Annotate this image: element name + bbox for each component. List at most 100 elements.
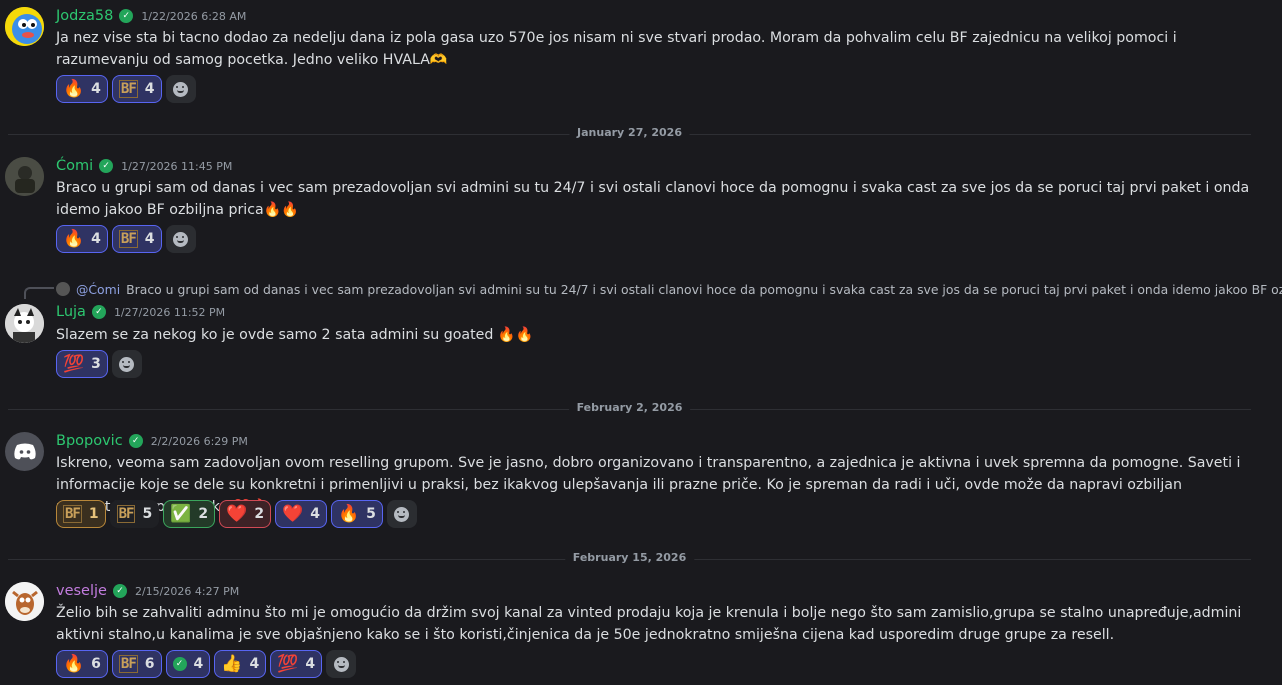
verified-icon: ✓ xyxy=(99,159,114,173)
avatar-image xyxy=(5,157,44,196)
date-divider-label: February 2, 2026 xyxy=(568,401,691,414)
reaction-count: 4 xyxy=(91,81,101,97)
add-reaction-button[interactable] xyxy=(165,75,196,103)
bf-emoji-icon: BF xyxy=(63,505,82,523)
reaction-bar: 🔥 4 BF 4 xyxy=(56,75,196,105)
smiley-icon xyxy=(394,506,410,522)
reply-mention[interactable]: @Ćomi xyxy=(76,282,120,297)
reaction-fire[interactable]: 🔥 4 xyxy=(56,225,108,253)
add-reaction-button[interactable] xyxy=(165,225,196,253)
reaction-heart-red[interactable]: ❤️ 2 xyxy=(219,500,272,528)
username[interactable]: Luja xyxy=(56,304,86,320)
heart-icon: ❤️ xyxy=(282,503,304,524)
reaction-bar: 🔥 4 BF 4 xyxy=(56,225,196,255)
reaction-count: 3 xyxy=(91,356,101,372)
reaction-count: 4 xyxy=(91,231,101,247)
reaction-count: 4 xyxy=(193,656,204,672)
message-text: Ja nez vise sta bi tacno dodao za nedelj… xyxy=(56,30,1177,68)
reply-preview[interactable]: @Ćomi Braco u grupi sam od danas i vec s… xyxy=(56,280,1282,298)
username[interactable]: Jodza58 xyxy=(56,8,113,24)
smiley-icon xyxy=(333,656,349,672)
reaction-count: 1 xyxy=(88,506,99,522)
reaction-fire[interactable]: 🔥 4 xyxy=(56,75,108,103)
reply-connector xyxy=(24,287,54,299)
verified-icon: ✓ xyxy=(119,9,134,23)
reaction-count: 4 xyxy=(305,656,316,672)
username[interactable]: Ćomi xyxy=(56,158,93,174)
timestamp: 2/15/2026 4:27 PM xyxy=(134,584,240,598)
reaction-fire[interactable]: 🔥 5 xyxy=(330,500,383,528)
verified-icon: ✓ xyxy=(91,305,106,319)
add-reaction-button[interactable] xyxy=(326,650,357,678)
timestamp: 1/22/2026 6:28 AM xyxy=(141,9,247,23)
username[interactable]: Bpopovic xyxy=(56,433,123,449)
reaction-bf[interactable]: BF 4 xyxy=(111,225,162,253)
avatar[interactable] xyxy=(5,432,44,471)
reaction-heart[interactable]: ❤️ 4 xyxy=(275,500,327,528)
check-mark-icon: ✅ xyxy=(170,503,192,524)
reaction-count: 4 xyxy=(249,656,260,672)
verified-icon: ✓ xyxy=(128,434,143,448)
avatar[interactable] xyxy=(5,157,44,196)
thumbs-up-icon: 👍 xyxy=(221,653,243,674)
verified-icon: ✓ xyxy=(112,584,127,598)
reaction-count: 4 xyxy=(310,506,320,522)
discord-icon xyxy=(13,443,36,459)
bf-emoji-icon: BF xyxy=(116,505,136,523)
avatar[interactable] xyxy=(5,7,44,46)
reaction-bar: 💯 3 xyxy=(56,350,142,380)
avatar-image xyxy=(5,582,44,621)
timestamp: 1/27/2026 11:52 PM xyxy=(113,305,226,319)
reply-avatar xyxy=(56,282,70,296)
reaction-hundred[interactable]: 💯 4 xyxy=(270,650,323,678)
reaction-hundred[interactable]: 💯 3 xyxy=(56,350,108,378)
fire-icon: 🔥 xyxy=(63,653,85,674)
add-reaction-button[interactable] xyxy=(386,500,417,528)
reaction-bar: BF 1 BF 5 ✅ 2 ❤️ 2 ❤️ 4 🔥 5 xyxy=(56,500,417,530)
reaction-thumbs-up[interactable]: 👍 4 xyxy=(214,650,267,678)
hundred-icon: 💯 xyxy=(277,653,299,674)
message-text: Braco u grupi sam od danas i vec sam pre… xyxy=(56,180,1250,218)
reply-text: Braco u grupi sam od danas i vec sam pre… xyxy=(126,281,1282,297)
heart-icon: ❤️ xyxy=(226,503,248,524)
fire-icon: 🔥 xyxy=(337,503,360,524)
reaction-bf[interactable]: BF 5 xyxy=(109,500,160,528)
reaction-bar: 🔥 6 BF 6 ✓ 4 👍 4 💯 4 xyxy=(56,650,357,680)
message-text: Slazem se za nekog ko je ovde samo 2 sat… xyxy=(56,327,534,343)
bf-emoji-icon: BF xyxy=(118,655,138,673)
message-text: Želio bih se zahvaliti adminu što mi je … xyxy=(56,605,1242,643)
reaction-count: 2 xyxy=(254,506,265,522)
bf-emoji-icon: BF xyxy=(118,80,138,98)
reaction-count: 6 xyxy=(144,656,155,672)
reaction-count: 5 xyxy=(142,506,153,522)
reaction-bf[interactable]: BF 4 xyxy=(111,75,162,103)
reaction-check[interactable]: ✅ 2 xyxy=(163,500,216,528)
timestamp: 2/2/2026 6:29 PM xyxy=(150,434,248,448)
timestamp: 1/27/2026 11:45 PM xyxy=(121,159,233,173)
avatar[interactable] xyxy=(5,582,44,621)
avatar-image xyxy=(5,7,44,46)
reaction-fire[interactable]: 🔥 6 xyxy=(56,650,108,678)
avatar-image xyxy=(5,304,44,343)
fire-icon: 🔥 xyxy=(63,78,85,99)
date-divider: February 15, 2026 xyxy=(8,551,1251,564)
reaction-bf-gold[interactable]: BF 1 xyxy=(56,500,106,528)
date-divider: February 2, 2026 xyxy=(8,401,1251,414)
reaction-count: 5 xyxy=(366,506,376,522)
smiley-icon xyxy=(119,356,135,372)
reaction-count: 2 xyxy=(198,506,209,522)
fire-icon: 🔥 xyxy=(63,228,85,249)
reaction-count: 4 xyxy=(144,81,155,97)
reaction-bf[interactable]: BF 6 xyxy=(111,650,162,678)
reaction-count: 6 xyxy=(91,656,101,672)
date-divider-label: January 27, 2026 xyxy=(569,126,690,139)
smiley-icon xyxy=(173,231,189,247)
username[interactable]: veselje xyxy=(56,583,107,599)
bf-emoji-icon: BF xyxy=(118,230,138,248)
add-reaction-button[interactable] xyxy=(111,350,142,378)
reaction-verified[interactable]: ✓ 4 xyxy=(165,650,211,678)
avatar[interactable] xyxy=(5,304,44,343)
date-divider-label: February 15, 2026 xyxy=(564,551,695,564)
date-divider: January 27, 2026 xyxy=(8,126,1251,139)
verified-badge-icon: ✓ xyxy=(172,657,187,671)
